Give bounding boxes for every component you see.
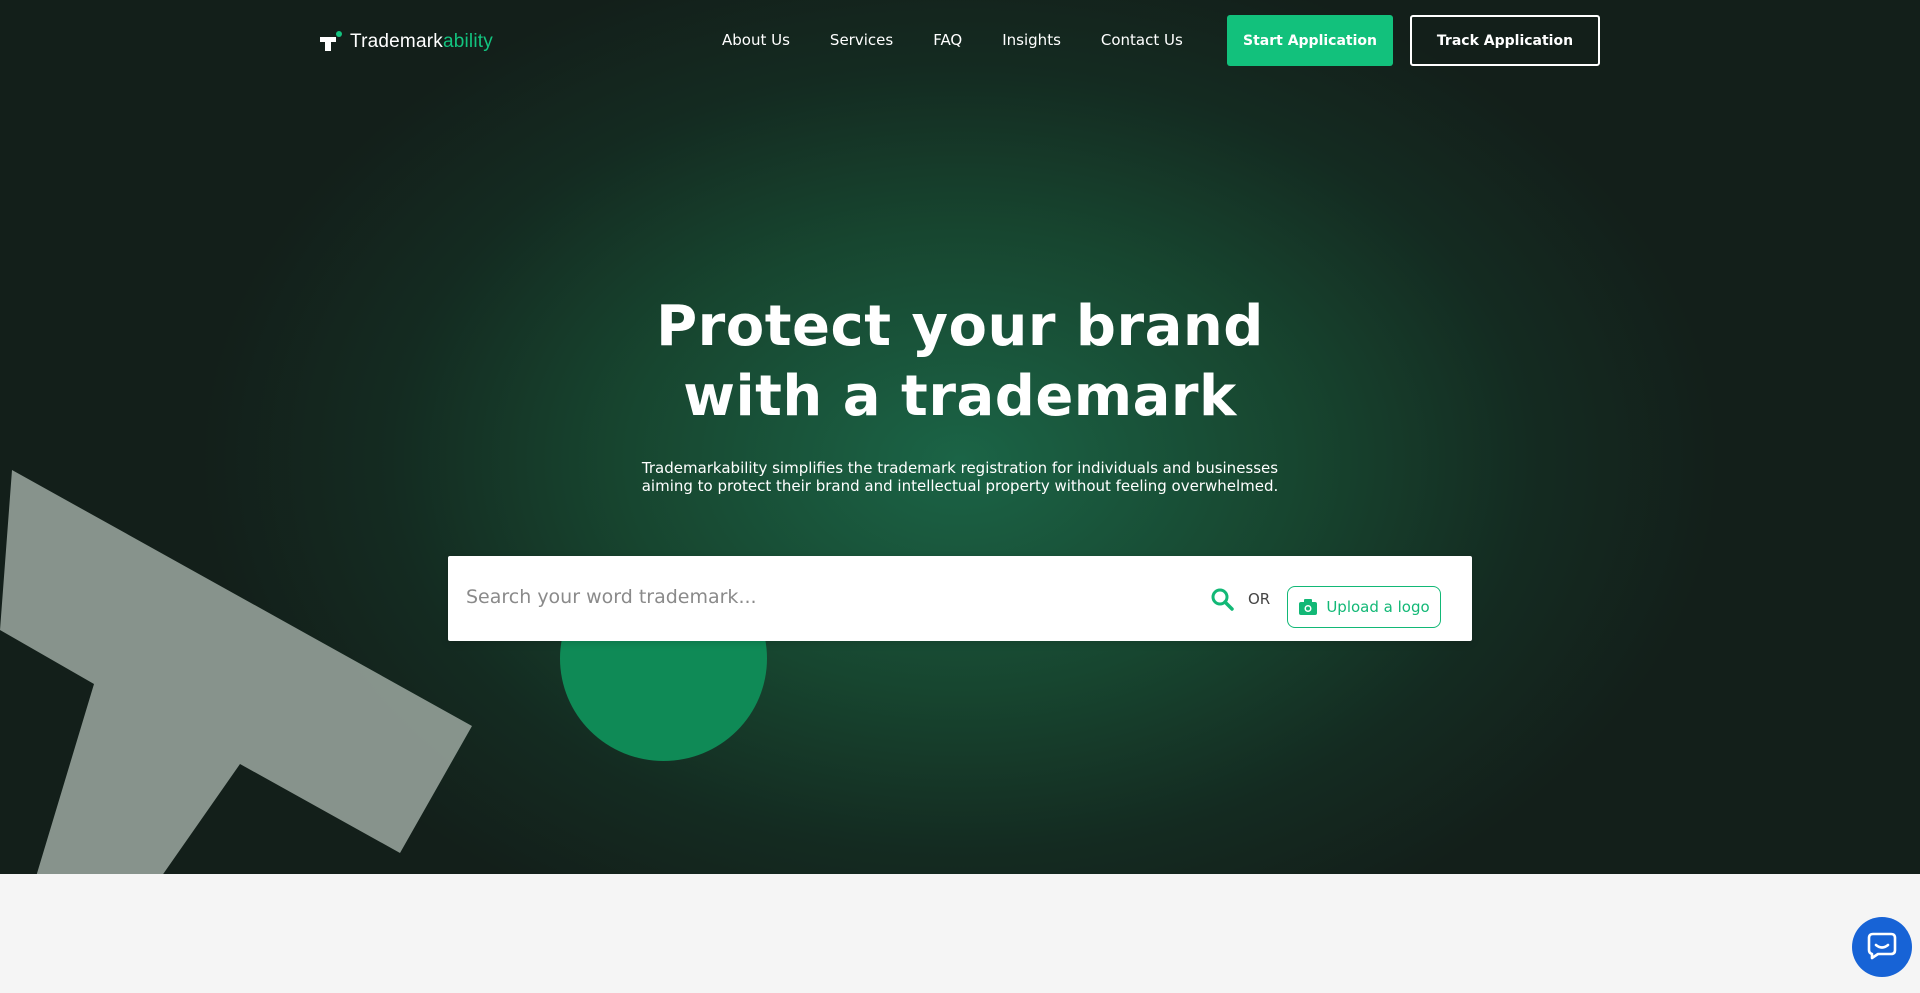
nav-services[interactable]: Services xyxy=(830,31,893,49)
chat-bubble-icon xyxy=(1867,930,1897,964)
start-application-button[interactable]: Start Application xyxy=(1227,15,1393,66)
site-header: Trademarkability About Us Services FAQ I… xyxy=(0,0,1920,80)
chat-widget-button[interactable] xyxy=(1852,917,1912,977)
page: Trademarkability About Us Services FAQ I… xyxy=(0,0,1920,993)
nav-faq[interactable]: FAQ xyxy=(933,31,962,49)
nav-contact-us[interactable]: Contact Us xyxy=(1101,31,1183,49)
track-application-button[interactable]: Track Application xyxy=(1410,15,1600,66)
nav-about-us[interactable]: About Us xyxy=(722,31,790,49)
brand-name-main: Trademark xyxy=(350,31,443,52)
trademark-search-input[interactable] xyxy=(464,576,1148,618)
hero-subtitle-line-1: Trademarkability simplifies the trademar… xyxy=(641,459,1279,477)
main-nav: About Us Services FAQ Insights Contact U… xyxy=(722,15,1212,65)
hero-title: Protect your brand with a trademark xyxy=(560,292,1360,432)
brand-name: Trademarkability xyxy=(350,31,493,53)
hero-subtitle-line-2: aiming to protect their brand and intell… xyxy=(641,477,1279,495)
hero-title-line-2: with a trademark xyxy=(683,364,1237,429)
brand-name-accent: ability xyxy=(442,31,493,52)
trademark-search-box: OR Upload a logo xyxy=(448,556,1472,641)
or-separator: OR xyxy=(1248,590,1271,608)
search-icon[interactable] xyxy=(1210,587,1234,611)
hero-section: Trademarkability About Us Services FAQ I… xyxy=(0,0,1920,874)
upload-logo-label: Upload a logo xyxy=(1326,598,1430,616)
upload-logo-button[interactable]: Upload a logo xyxy=(1287,586,1441,628)
hero-subtitle: Trademarkability simplifies the trademar… xyxy=(560,459,1360,495)
camera-icon xyxy=(1298,597,1318,617)
brand-logo[interactable]: Trademarkability xyxy=(320,28,493,56)
nav-insights[interactable]: Insights xyxy=(1002,31,1061,49)
hero-title-line-1: Protect your brand xyxy=(656,294,1264,359)
logo-mark-icon xyxy=(320,31,342,53)
decorative-t-shape xyxy=(0,470,472,874)
